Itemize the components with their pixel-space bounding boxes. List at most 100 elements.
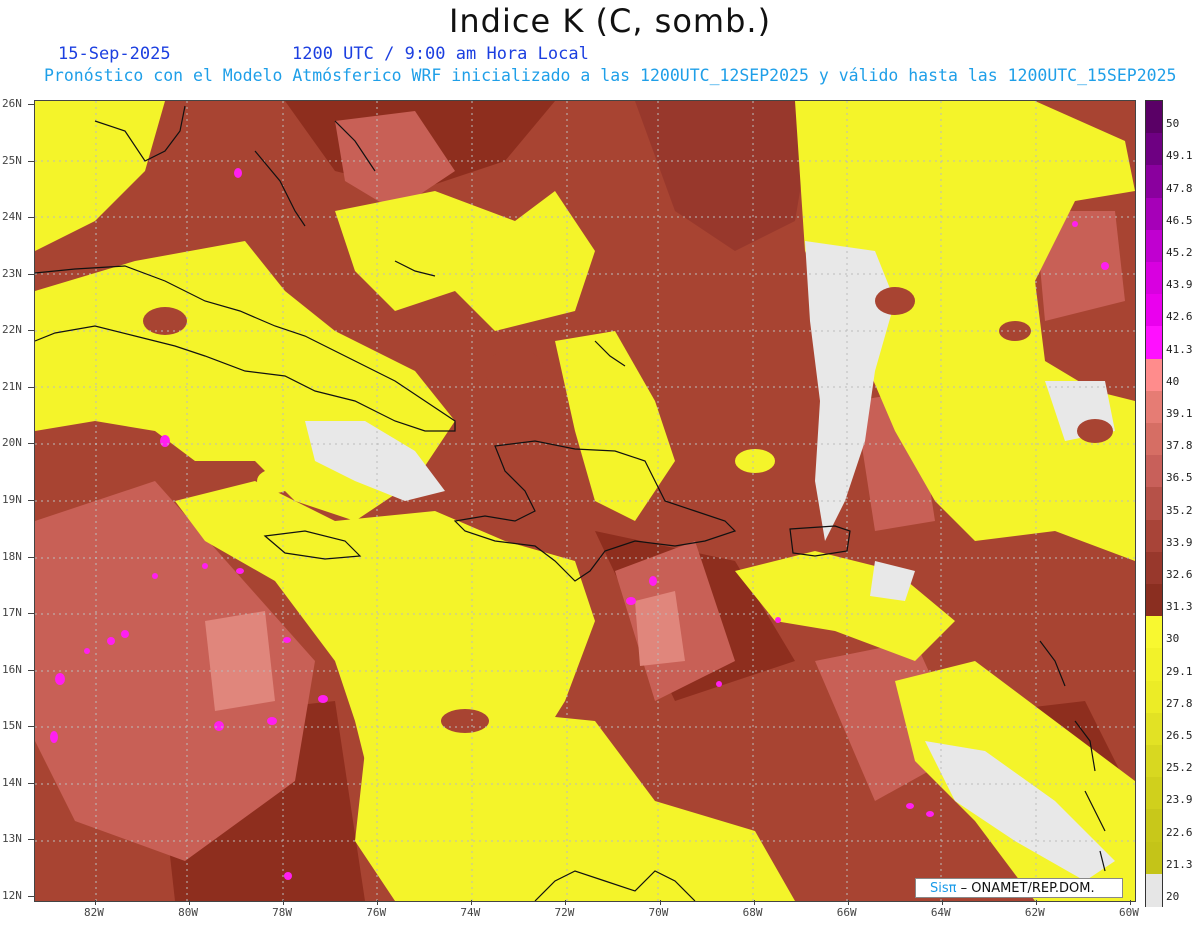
field-pink-1: [205, 611, 275, 711]
legend-swatch: [1146, 551, 1162, 585]
legend-label: 42.6: [1166, 310, 1193, 324]
legend-label: 26.5: [1166, 728, 1193, 742]
map-field: [35, 101, 1135, 901]
lat-tick: [28, 726, 34, 728]
legend-label: 22.6: [1166, 825, 1193, 839]
legend-swatch: [1146, 616, 1162, 650]
legend-label: 49.1: [1166, 149, 1193, 163]
lat-label: 16N: [2, 662, 22, 676]
chart-title: Indice K (C, somb.): [448, 2, 772, 40]
forecast-time: 1200 UTC / 9:00 am Hora Local: [292, 44, 589, 64]
blob-brown-2: [485, 349, 545, 393]
lon-label: 74W: [460, 906, 481, 919]
legend-label: 50: [1166, 117, 1180, 131]
legend-swatch: [1146, 519, 1162, 553]
lon-label: 66W: [836, 906, 857, 919]
legend-label: 29.1: [1166, 664, 1193, 678]
lat-tick: [28, 443, 34, 445]
lon-tick: [471, 900, 473, 905]
lat-label: 20N: [2, 436, 22, 450]
lat-tick: [28, 104, 34, 105]
sispi-logo: Sisπ: [930, 881, 957, 896]
lat-tick: [28, 896, 34, 897]
lon-label: 76W: [366, 906, 387, 919]
lat-label: 25N: [2, 153, 22, 167]
lon-label: 62W: [1024, 906, 1045, 919]
color-legend: [1145, 100, 1163, 907]
legend-swatch: [1146, 712, 1162, 746]
legend-label: 47.8: [1166, 181, 1193, 195]
legend-swatch: [1146, 262, 1162, 295]
lon-label: 82W: [84, 906, 104, 919]
lat-label: 23N: [2, 266, 22, 280]
lat-tick: [28, 500, 34, 501]
legend-label: 41.3: [1166, 342, 1193, 356]
legend-swatch: [1146, 423, 1162, 456]
lat-label: 14N: [2, 775, 22, 789]
legend-label: 20: [1166, 889, 1180, 903]
legend-swatch: [1146, 680, 1162, 714]
credit-box: Sisπ – ONAMET/REP.DOM.: [915, 878, 1123, 898]
lat-label: 19N: [2, 493, 22, 506]
lon-tick: [189, 900, 191, 905]
lon-label: 60W: [1119, 906, 1139, 919]
lon-tick: [753, 900, 755, 905]
legend-swatch: [1146, 294, 1162, 328]
lon-tick: [941, 900, 943, 905]
forecast-date: 15-Sep-2025: [58, 44, 171, 64]
legend-swatch: [1146, 809, 1162, 843]
lon-label: 78W: [272, 906, 293, 919]
legend-swatch: [1146, 487, 1162, 521]
legend-label: 33.9: [1166, 535, 1193, 549]
legend-swatch: [1146, 133, 1162, 167]
lon-label: 68W: [742, 906, 763, 919]
lat-label: 24N: [2, 210, 22, 224]
lat-tick: [28, 839, 34, 841]
k-index-map: [34, 100, 1136, 902]
lat-label: 26N: [2, 97, 22, 110]
legend-label: 30: [1166, 632, 1180, 646]
legend-swatch: [1146, 745, 1162, 778]
lon-tick: [1130, 900, 1131, 905]
lat-tick: [28, 556, 34, 558]
legend-swatch: [1146, 841, 1162, 875]
legend-swatch: [1146, 873, 1162, 907]
legend-label: 31.3: [1166, 600, 1193, 614]
lon-tick: [377, 900, 379, 905]
legend-swatch: [1146, 101, 1162, 134]
blob-yellow-2: [429, 591, 461, 611]
lon-label: 64W: [930, 906, 951, 919]
legend-label: 43.9: [1166, 278, 1193, 292]
blob-brown-5: [441, 709, 489, 733]
legend-swatch: [1146, 777, 1162, 811]
lon-tick: [283, 900, 285, 905]
lat-tick: [28, 782, 34, 784]
lat-label: 21N: [2, 379, 22, 393]
lat-tick: [28, 330, 34, 332]
legend-swatch: [1146, 358, 1162, 392]
legend-label: 23.9: [1166, 793, 1193, 807]
lon-label: 70W: [648, 906, 669, 919]
credit-org: – ONAMET/REP.DOM.: [960, 881, 1095, 896]
legend-swatch: [1146, 229, 1162, 263]
legend-label: 27.8: [1166, 696, 1193, 710]
legend-swatch: [1146, 326, 1162, 360]
legend-swatch: [1146, 390, 1162, 424]
legend-swatch: [1146, 197, 1162, 231]
lat-label: 12N: [2, 889, 22, 902]
lon-tick: [659, 900, 661, 905]
lat-tick: [28, 386, 34, 388]
blob-yellow-4: [735, 449, 775, 473]
blob-yellow-3: [973, 262, 1017, 290]
legend-swatch: [1146, 584, 1162, 617]
lon-tick: [1035, 900, 1037, 905]
lat-label: 22N: [2, 323, 22, 337]
forecast-subtitle: Pronóstico con el Modelo Atmósferico WRF…: [44, 66, 1177, 85]
lat-tick: [28, 160, 34, 162]
legend-label: 32.6: [1166, 567, 1193, 581]
lat-label: 15N: [2, 719, 22, 733]
lon-tick: [847, 900, 849, 905]
legend-label: 46.5: [1166, 213, 1193, 227]
legend-label: 39.1: [1166, 406, 1193, 420]
legend-label: 45.2: [1166, 245, 1193, 259]
